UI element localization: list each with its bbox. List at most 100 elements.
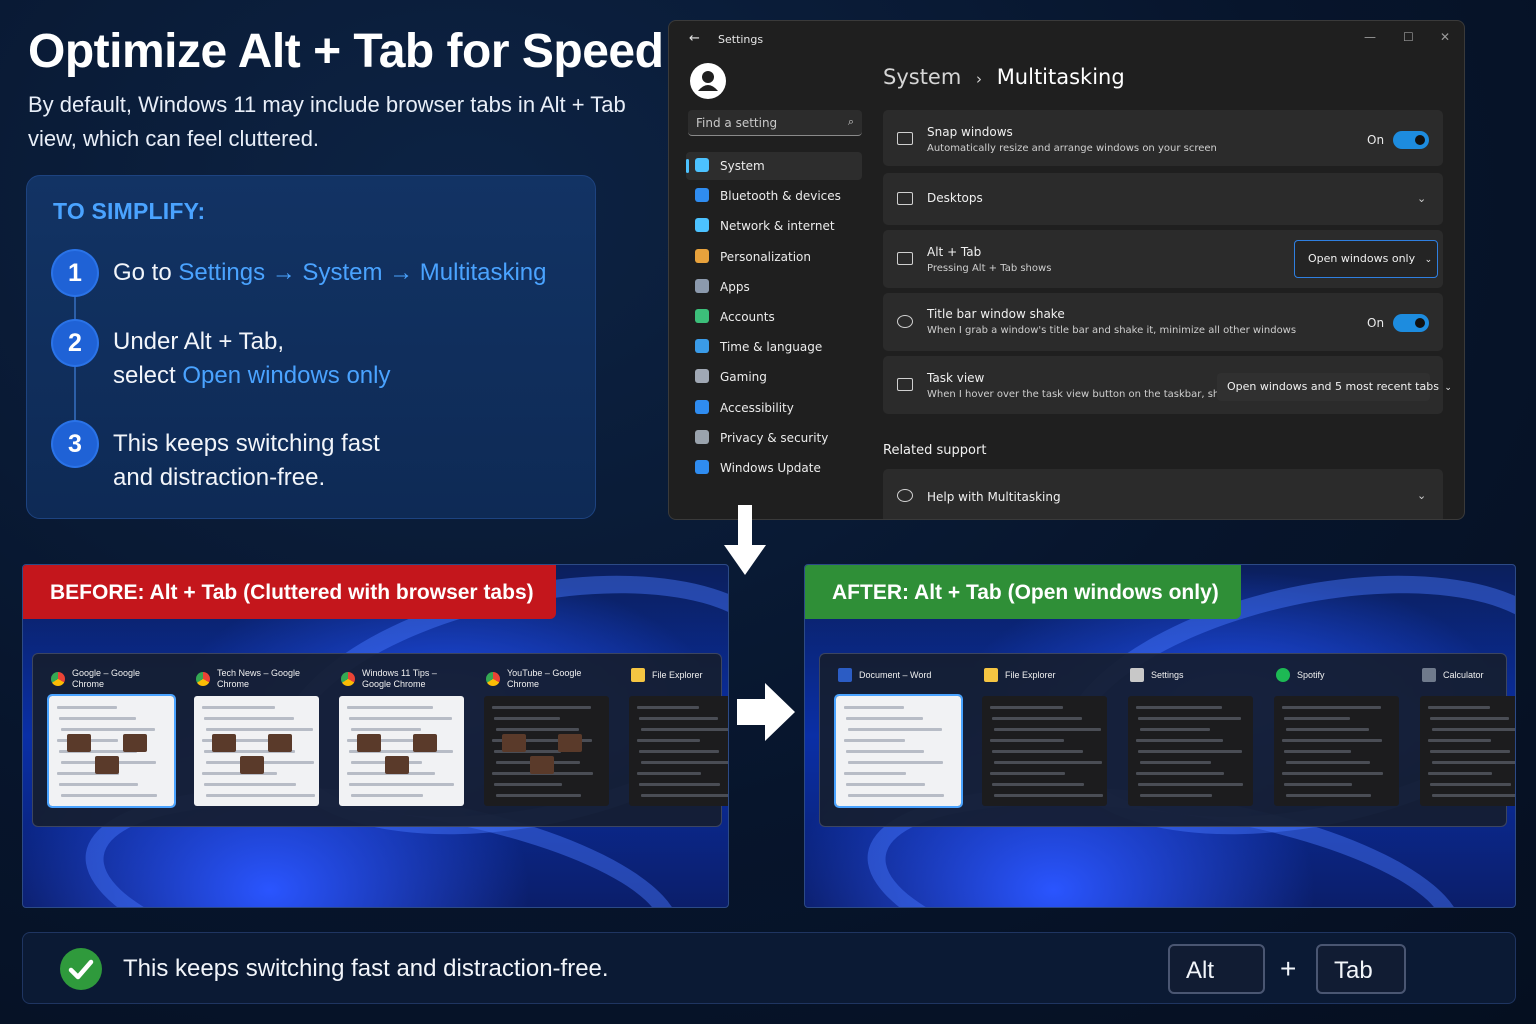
step-number: 1 [53, 251, 97, 295]
snap-toggle[interactable] [1393, 131, 1429, 149]
thumbnail-line [494, 717, 560, 720]
window-title: Settings [1151, 669, 1184, 680]
sidebar-item-label: Accounts [720, 310, 775, 324]
search-icon: ⌕ [847, 115, 854, 128]
step-3-line2: and distraction-free. [113, 464, 326, 491]
alt-tab-dropdown[interactable]: Open windows only ⌄ [1294, 240, 1438, 278]
window-title-row: Windows 11 Tips – Google Chrome [341, 668, 462, 690]
thumbnail-line [846, 783, 925, 786]
thumbnail-line [641, 794, 728, 797]
maximize-icon[interactable]: ☐ [1403, 30, 1414, 44]
task-view-selected-value: Open windows and 5 most recent tabs [1227, 380, 1439, 393]
thumbnail-line [492, 706, 591, 709]
close-icon[interactable]: ✕ [1440, 30, 1450, 44]
nav-icon [695, 460, 709, 474]
chrome-icon [486, 672, 500, 686]
page-title: Optimize Alt + Tab for Speed [28, 25, 664, 78]
sidebar-item-label: Windows Update [720, 461, 821, 475]
task-view-icon [897, 378, 913, 391]
alt-tab-row: Alt + Tab Pressing Alt + Tab shows Open … [883, 230, 1443, 288]
sidebar-item-privacy-security[interactable]: Privacy & security [686, 424, 862, 452]
bottom-bar: This keeps switching fast and distractio… [22, 932, 1516, 1004]
thumbnail-line [637, 706, 699, 709]
thumbnail-line [1136, 739, 1223, 742]
arrow-right-icon [737, 683, 795, 741]
window-thumbnail [1128, 696, 1253, 806]
desktops-row[interactable]: Desktops ⌄ [883, 173, 1443, 225]
minimize-icon[interactable]: — [1364, 30, 1376, 44]
sidebar-item-gaming[interactable]: Gaming [686, 363, 862, 391]
thumbnail-line [1432, 728, 1515, 731]
task-view-dropdown[interactable]: Open windows and 5 most recent tabs ⌄ [1217, 373, 1452, 401]
settings-window: ← Settings — ☐ ✕ Find a setting ⌕ System… [668, 20, 1465, 520]
title-bar-shake-row[interactable]: Title bar window shake When I grab a win… [883, 293, 1443, 351]
sidebar-item-bluetooth-devices[interactable]: Bluetooth & devices [686, 182, 862, 210]
window-thumbnail [194, 696, 319, 806]
sidebar-item-personalization[interactable]: Personalization [686, 243, 862, 271]
thumbnail-line [351, 728, 421, 731]
sidebar-item-accessibility[interactable]: Accessibility [686, 394, 862, 422]
sidebar-item-time-language[interactable]: Time & language [686, 333, 862, 361]
sidebar-item-accounts[interactable]: Accounts [686, 303, 862, 331]
thumbnail-line [846, 717, 923, 720]
sidebar-item-label: System [720, 159, 765, 173]
thumbnail-line [1136, 706, 1222, 709]
window-title-row: Spotify [1276, 668, 1325, 682]
thumbnail-line [1430, 717, 1509, 720]
step-3-text: This keeps switching fast and distractio… [113, 427, 380, 495]
window-title: Windows 11 Tips – Google Chrome [362, 668, 437, 689]
thumbnail-line [349, 717, 452, 720]
alt-tab-selected-value: Open windows only [1308, 252, 1416, 265]
breadcrumb-separator: › [976, 70, 982, 88]
window-thumbnail [982, 696, 1107, 806]
snap-subtitle: Automatically resize and arrange windows… [927, 143, 1217, 154]
thumbnail-line [349, 783, 454, 786]
calculator-icon [1422, 668, 1436, 682]
related-support-heading: Related support [883, 443, 987, 458]
task-view-row: Task view When I hover over the task vie… [883, 356, 1452, 414]
nav-icon [695, 278, 709, 293]
chrome-icon [51, 672, 65, 686]
thumbnail-line [1428, 739, 1491, 742]
window-title-row: File Explorer [631, 668, 703, 682]
chevron-down-icon[interactable]: ⌄ [1417, 489, 1426, 502]
window-title: Calculator [1443, 669, 1484, 680]
alt-tab-title: Alt + Tab [927, 245, 982, 259]
sidebar-item-apps[interactable]: Apps [686, 273, 862, 301]
shake-toggle[interactable] [1393, 314, 1429, 332]
back-arrow-icon[interactable]: ← [689, 31, 700, 46]
chrome-icon [341, 672, 355, 686]
thumbnail-line [1284, 783, 1352, 786]
thumbnail-line [1140, 728, 1210, 731]
thumbnail-line [61, 728, 155, 731]
sidebar-item-windows-update[interactable]: Windows Update [686, 454, 862, 482]
window-thumbnail [834, 694, 963, 808]
nav-icon [695, 218, 709, 233]
help-multitasking-row[interactable]: Help with Multitasking ⌄ [883, 469, 1443, 519]
window-title-row: Calculator [1422, 668, 1484, 682]
thumbnail-line [639, 750, 719, 753]
sidebar-item-label: Gaming [720, 370, 767, 385]
avatar[interactable] [690, 63, 726, 99]
bottom-message: This keeps switching fast and distractio… [123, 955, 609, 982]
thumbnail-line [1282, 739, 1382, 742]
sidebar-item-network-internet[interactable]: Network & internet [686, 212, 862, 240]
step-1-text: Go to Settings → System → Multitasking [113, 256, 547, 290]
window-title: Spotify [1297, 669, 1325, 680]
breadcrumb-parent[interactable]: System [883, 65, 961, 89]
before-label: BEFORE: Alt + Tab (Cluttered with browse… [23, 565, 556, 619]
snap-windows-row[interactable]: Snap windows Automatically resize and ar… [883, 110, 1443, 166]
thumbnail-line [994, 728, 1101, 731]
window-thumbnail [484, 696, 609, 806]
thumbnail-line [848, 794, 944, 797]
folder-icon [631, 668, 645, 682]
thumbnail-image [530, 756, 554, 774]
thumbnail-line [639, 783, 720, 786]
nav-icon [695, 399, 709, 414]
thumbnail-line [1282, 772, 1383, 775]
sidebar-item-system[interactable]: System [686, 152, 862, 180]
chevron-down-icon[interactable]: ⌄ [1417, 192, 1426, 205]
search-input[interactable]: Find a setting ⌕ [688, 110, 862, 136]
thumbnail-line [641, 761, 728, 764]
thumbnail-line [1432, 761, 1515, 764]
